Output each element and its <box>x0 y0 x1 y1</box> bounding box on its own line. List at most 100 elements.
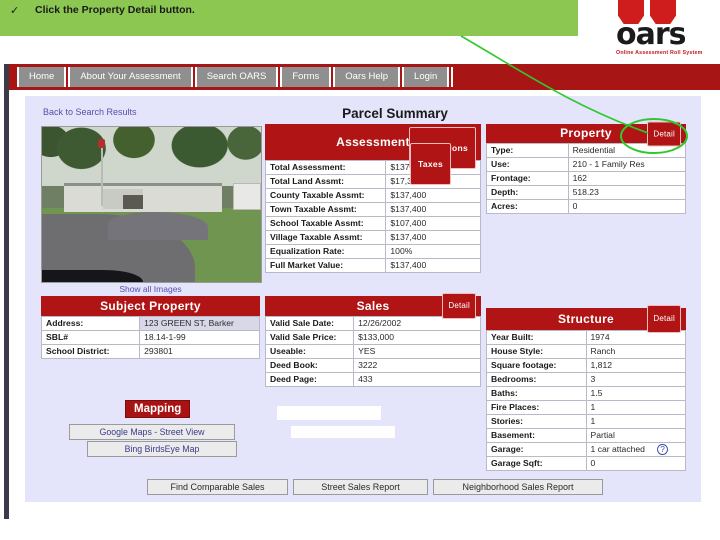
row-label: Deed Book: <box>264 358 355 373</box>
row-label: House Style: <box>486 344 587 359</box>
row-label: School District: <box>40 344 141 359</box>
table-row: Garage Sqft: 0 <box>486 456 686 471</box>
table-row: Bedrooms: 3 <box>486 372 686 387</box>
slide-root: ✓ Click the Property Detail button. oars… <box>0 0 720 540</box>
row-value: 0 <box>567 199 687 214</box>
row-label: Square footage: <box>486 358 587 373</box>
row-label: SBL# <box>40 330 141 345</box>
street-sales-report-button[interactable]: Street Sales Report <box>293 479 428 495</box>
nav-item-about-your-assessment[interactable]: About Your Assessment <box>68 67 193 87</box>
google-maps-street-view-button[interactable]: Google Maps - Street View <box>69 424 235 440</box>
photo-stop-sign <box>97 139 105 149</box>
redacted-box-upper <box>277 406 381 420</box>
table-row: Useable: YES <box>264 344 481 359</box>
nav-divider <box>451 67 454 87</box>
photo-car-hood <box>42 269 143 282</box>
row-value: $137,400 <box>385 258 481 273</box>
row-value: $137,400 <box>385 188 481 203</box>
row-label: Frontage: <box>486 171 569 186</box>
row-label: Town Taxable Assmt: <box>264 202 387 217</box>
row-label: Use: <box>486 157 569 172</box>
bing-birdseye-map-button[interactable]: Bing BirdsEye Map <box>87 441 237 457</box>
nav-item-search-oars[interactable]: Search OARS <box>194 67 279 87</box>
subject-property-panel: Subject Property Address: 123 GREEN ST, B… <box>40 296 260 359</box>
nav-item-forms[interactable]: Forms <box>280 67 332 87</box>
sales-panel-header: Sales Detail <box>265 293 481 319</box>
row-value: 1.5 <box>585 386 686 401</box>
row-label: Depth: <box>486 185 569 200</box>
property-photo[interactable] <box>41 126 262 283</box>
photo-rv <box>232 182 261 210</box>
assessment-panel: Assessment Exemptions Taxes Total Assess… <box>264 124 481 273</box>
find-comparable-sales-button[interactable]: Find Comparable Sales <box>147 479 288 495</box>
table-row: Village Taxable Assmt: $137,400 <box>264 230 481 245</box>
row-value: 433 <box>353 372 481 387</box>
row-label: Garage: <box>486 442 587 457</box>
table-row: Garage: 1 car attached ? <box>486 442 686 457</box>
row-label: Garage Sqft: <box>486 456 587 471</box>
row-value: 1,812 <box>585 358 686 373</box>
row-value: YES <box>353 344 481 359</box>
back-to-search-results-link[interactable]: Back to Search Results <box>43 107 137 117</box>
row-label: Bedrooms: <box>486 372 587 387</box>
property-detail-button[interactable]: Detail <box>647 121 681 146</box>
question-mark-icon[interactable]: ? <box>657 444 668 455</box>
show-all-images-link[interactable]: Show all Images <box>41 284 260 294</box>
row-value: Ranch <box>585 344 686 359</box>
photo-garage-door <box>123 195 143 210</box>
row-label: Valid Sale Date: <box>264 316 355 331</box>
row-label: Fire Places: <box>486 400 587 415</box>
photo-driveway-curve <box>107 212 209 241</box>
table-row: Address: 123 GREEN ST, Barker <box>40 316 260 331</box>
table-row: Depth: 518.23 <box>486 185 687 200</box>
row-label: Village Taxable Assmt: <box>264 230 387 245</box>
table-row: Fire Places: 1 <box>486 400 686 415</box>
row-label: Valid Sale Price: <box>264 330 355 345</box>
page-title: Parcel Summary <box>342 106 448 121</box>
row-value: 210 - 1 Family Res <box>567 157 687 172</box>
nav-item-oars-help[interactable]: Oars Help <box>333 67 401 87</box>
structure-panel-header: Structure Detail <box>486 305 686 333</box>
row-label: Deed Page: <box>264 372 355 387</box>
neighborhood-sales-report-button[interactable]: Neighborhood Sales Report <box>433 479 603 495</box>
subject-property-panel-header: Subject Property <box>41 296 260 316</box>
row-value: 123 GREEN ST, Barker <box>139 316 260 331</box>
redacted-box-lower <box>291 426 395 438</box>
table-row: Valid Sale Price: $133,000 <box>264 330 481 345</box>
table-row: Use: 210 - 1 Family Res <box>486 157 687 172</box>
row-label: Total Assessment: <box>264 160 387 175</box>
row-label: Total Land Assmt: <box>264 174 387 189</box>
table-row: Deed Page: 433 <box>264 372 481 387</box>
row-label: County Taxable Assmt: <box>264 188 387 203</box>
taxes-button[interactable]: Taxes <box>410 143 451 185</box>
row-label: Type: <box>486 143 569 158</box>
row-value: 1 <box>585 414 686 429</box>
row-value: $133,000 <box>353 330 481 345</box>
row-value: 18.14-1-99 <box>139 330 260 345</box>
garage-value: 1 car attached <box>590 444 645 454</box>
table-row: Equalization Rate: 100% <box>264 244 481 259</box>
photo-sign-pole <box>101 140 104 207</box>
row-label: Year Built: <box>486 330 587 345</box>
nav-item-home[interactable]: Home <box>17 67 67 87</box>
sales-table: Valid Sale Date: 12/26/2002 Valid Sale Pr… <box>264 316 481 387</box>
row-label: School Taxable Assmt: <box>264 216 387 231</box>
row-label: Baths: <box>486 386 587 401</box>
photo-house <box>63 182 222 213</box>
row-value: 0 <box>585 456 686 471</box>
browser-page: Home About Your Assessment Search OARS F… <box>4 64 720 519</box>
row-label: Basement: <box>486 428 587 443</box>
row-value: 1 car attached ? <box>585 442 686 457</box>
sales-detail-button[interactable]: Detail <box>442 293 476 319</box>
row-value: 3 <box>585 372 686 387</box>
nav-item-login[interactable]: Login <box>402 67 450 87</box>
row-label: Address: <box>40 316 141 331</box>
instruction-text: Click the Property Detail button. <box>35 4 195 16</box>
subject-property-table: Address: 123 GREEN ST, Barker SBL# 18.14-1… <box>40 316 260 359</box>
table-row: Basement: Partial <box>486 428 686 443</box>
assessment-panel-header: Assessment Exemptions Taxes <box>265 124 481 185</box>
logo-tagline: Online Assessment Roll System <box>616 50 703 56</box>
row-value: 162 <box>567 171 687 186</box>
row-label: Equalization Rate: <box>264 244 387 259</box>
structure-detail-button[interactable]: Detail <box>647 305 681 333</box>
